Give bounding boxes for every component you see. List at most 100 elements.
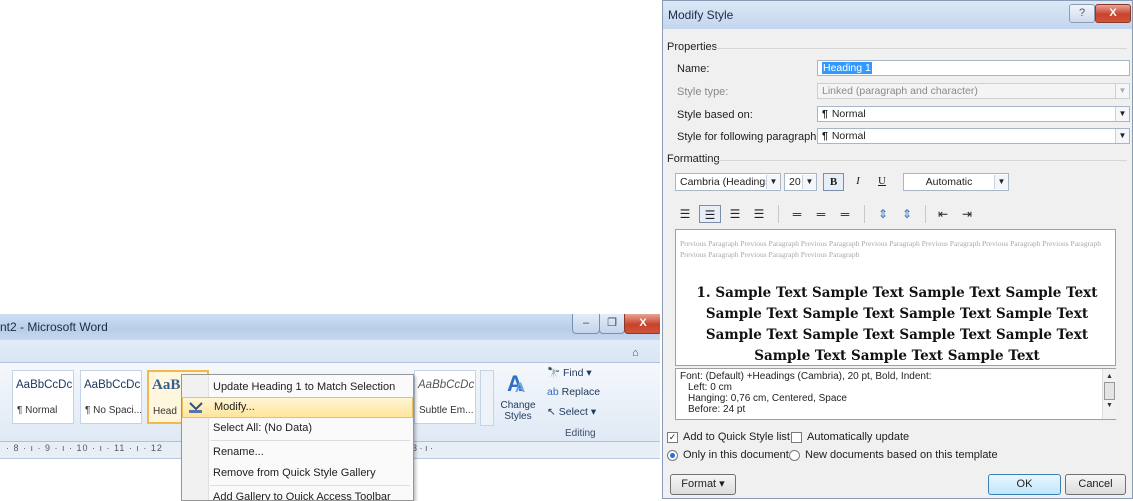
font-color-select[interactable]: Automatic ▼ xyxy=(903,173,1009,191)
toolbar-separator xyxy=(778,205,779,223)
close-button[interactable]: X xyxy=(624,314,660,334)
ok-button[interactable]: OK xyxy=(988,474,1061,495)
sample-text: 1. Sample Text Sample Text Sample Text S… xyxy=(696,285,1098,364)
word-title-bar: nt2 - Microsoft Word – ❐ X xyxy=(0,314,660,340)
style-type-value: Linked (paragraph and character) xyxy=(822,85,978,97)
help-button[interactable]: ? xyxy=(1069,4,1095,23)
double-spacing-icon[interactable]: ═ xyxy=(835,205,855,223)
only-this-document-label: Only in this document xyxy=(683,449,789,461)
following-label: Style for following paragraph: xyxy=(677,131,820,143)
style-label: Subtle Em... xyxy=(419,405,474,416)
dialog-close-button[interactable]: X xyxy=(1095,4,1131,23)
menu-item-label: Modify... xyxy=(214,401,255,413)
change-styles-label: Change Styles xyxy=(500,400,536,422)
new-documents-label: New documents based on this template xyxy=(805,449,998,461)
description-line: Before: 24 pt xyxy=(688,404,746,415)
auto-update-label: Automatically update xyxy=(807,431,910,443)
new-documents-radio[interactable] xyxy=(789,450,800,461)
description-line: Left: 0 cm xyxy=(688,382,732,393)
paragraph-icon: ¶ xyxy=(822,130,828,142)
menu-item-select-all[interactable]: Select All: (No Data) xyxy=(182,418,413,439)
style-sample: AaBbCcDc xyxy=(84,379,141,391)
word-title: nt2 - Microsoft Word xyxy=(0,320,108,334)
select-button[interactable]: ↖ Select ▾ xyxy=(547,406,596,418)
auto-update-checkbox[interactable] xyxy=(791,432,802,443)
size-value: 20 xyxy=(789,176,801,188)
style-no-spacing[interactable]: AaBbCcDc ¶ No Spaci... xyxy=(80,370,142,424)
ribbon-minimize-icon[interactable]: ⌂ xyxy=(632,347,639,359)
style-preview: Previous Paragraph Previous Paragraph Pr… xyxy=(675,229,1116,366)
paragraph-icon: ¶ xyxy=(822,108,828,120)
modify-icon xyxy=(189,402,203,413)
properties-group-label: Properties xyxy=(667,41,718,53)
scroll-up-icon[interactable]: ▲ xyxy=(1103,373,1116,380)
menu-item-label: Remove from Quick Style Gallery xyxy=(213,467,376,479)
style-sample: AaB xyxy=(152,377,181,393)
format-button[interactable]: Format ▾ xyxy=(670,474,736,495)
chevron-down-icon[interactable]: ▼ xyxy=(994,175,1008,189)
based-on-select[interactable]: ¶ Normal ▼ xyxy=(817,106,1130,122)
style-subtle-emphasis[interactable]: AaBbCcDc Subtle Em... xyxy=(414,370,476,424)
space-after-icon[interactable]: ⇕ xyxy=(897,205,917,223)
gallery-scrollbar[interactable] xyxy=(480,370,494,426)
menu-item-modify[interactable]: Modify... xyxy=(182,397,413,418)
following-value: Normal xyxy=(831,130,866,142)
chevron-down-icon[interactable]: ▼ xyxy=(766,175,780,189)
scroll-thumb[interactable] xyxy=(1104,382,1115,400)
minimize-button[interactable]: – xyxy=(572,314,600,334)
menu-item-label: Add Gallery to Quick Access Toolbar xyxy=(213,491,391,501)
menu-item-rename[interactable]: Rename... xyxy=(182,442,413,463)
replace-icon: ab xyxy=(547,386,559,398)
dialog-title-bar: Modify Style ? X xyxy=(663,1,1132,29)
cancel-button[interactable]: Cancel xyxy=(1065,474,1126,495)
following-select[interactable]: ¶ Normal ▼ xyxy=(817,128,1130,144)
single-spacing-icon[interactable]: ═ xyxy=(787,205,807,223)
chevron-down-icon[interactable]: ▼ xyxy=(802,175,816,189)
bold-button[interactable]: B xyxy=(823,173,844,191)
only-this-document-radio[interactable] xyxy=(667,450,678,461)
justify-icon[interactable]: ☰ xyxy=(749,205,769,223)
decrease-indent-icon[interactable]: ⇤ xyxy=(933,205,953,223)
formatting-group-label: Formatting xyxy=(667,153,720,165)
change-styles-button[interactable]: A A Change Styles xyxy=(496,368,538,428)
menu-item-remove-from-gallery[interactable]: Remove from Quick Style Gallery xyxy=(182,463,413,484)
group-divider xyxy=(715,48,1127,49)
based-on-label: Style based on: xyxy=(677,109,753,121)
description-scrollbar[interactable]: ▲ ▼ xyxy=(1102,369,1116,419)
maximize-button[interactable]: ❐ xyxy=(599,314,625,334)
replace-button[interactable]: ab Replace xyxy=(547,386,600,398)
svg-text:A: A xyxy=(515,379,525,395)
find-button[interactable]: 🔭 Find ▾ xyxy=(547,366,592,379)
chevron-down-icon: ▼ xyxy=(1115,84,1129,98)
name-label: Name: xyxy=(677,63,710,75)
style-sample: AaBbCcDc xyxy=(418,379,475,391)
font-value: Cambria (Headings) xyxy=(680,176,774,188)
toolbar-separator xyxy=(864,205,865,223)
menu-item-update-heading[interactable]: Update Heading 1 to Match Selection xyxy=(182,377,413,398)
onehalf-spacing-icon[interactable]: ═ xyxy=(811,205,831,223)
chevron-down-icon[interactable]: ▼ xyxy=(1115,129,1129,143)
add-quick-style-checkbox[interactable]: ✓ xyxy=(667,432,678,443)
space-before-icon[interactable]: ⇕ xyxy=(873,205,893,223)
style-label: Head xyxy=(153,406,177,417)
size-select[interactable]: 20 ▼ xyxy=(784,173,817,191)
style-type-select: Linked (paragraph and character) ▼ xyxy=(817,83,1130,99)
scroll-down-icon[interactable]: ▼ xyxy=(1103,402,1116,409)
ruler-ticks: · 8 · ı · 9 · ı · 10 · ı · 11 · ı · 12 xyxy=(6,443,163,453)
chevron-down-icon[interactable]: ▼ xyxy=(1115,107,1129,121)
based-on-value: Normal xyxy=(831,108,866,120)
underline-button[interactable]: U xyxy=(872,173,892,191)
style-normal[interactable]: AaBbCcDc ¶ Normal xyxy=(12,370,74,424)
align-left-icon[interactable]: ☰ xyxy=(675,205,695,223)
style-context-menu: Update Heading 1 to Match Selection Modi… xyxy=(181,374,414,501)
previous-paragraph-text: Previous Paragraph Previous Paragraph Pr… xyxy=(680,239,1101,259)
align-center-icon[interactable]: ☰ xyxy=(699,205,721,223)
italic-button[interactable]: I xyxy=(848,173,868,191)
increase-indent-icon[interactable]: ⇥ xyxy=(957,205,977,223)
menu-separator xyxy=(210,440,410,441)
style-label: ¶ No Spaci... xyxy=(85,405,143,416)
align-right-icon[interactable]: ☰ xyxy=(725,205,745,223)
font-select[interactable]: Cambria (Headings) ▼ xyxy=(675,173,781,191)
name-input[interactable]: Heading 1 xyxy=(817,60,1130,76)
find-label: Find xyxy=(563,367,584,379)
